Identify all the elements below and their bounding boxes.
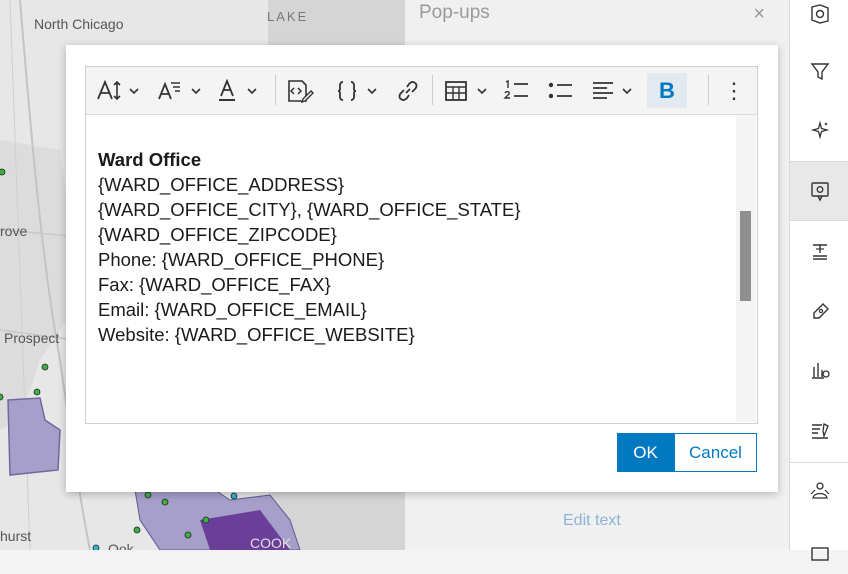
font-size-dropdown[interactable]	[96, 73, 144, 108]
bold-label: B	[659, 77, 675, 103]
map-label-cook: COOK	[250, 535, 292, 550]
rail-button-popups[interactable]	[790, 162, 848, 220]
more-options-button[interactable]: ⋮	[723, 73, 745, 108]
cancel-button[interactable]: Cancel	[674, 433, 757, 472]
map-label-lake: LAKE	[267, 9, 309, 24]
rail-button-charts[interactable]	[790, 347, 848, 393]
edit-text-dialog: B ⋮ Ward Office {WARD_OFFICE_ADDRESS} {W…	[66, 45, 778, 492]
editor-content[interactable]: Ward Office {WARD_OFFICE_ADDRESS} {WARD_…	[98, 122, 718, 347]
expression-icon	[337, 80, 377, 101]
content-line: Email: {WARD_OFFICE_EMAIL}	[98, 299, 367, 320]
map-label-prospect: Prospect	[4, 330, 60, 346]
font-color-dropdown[interactable]	[218, 73, 266, 108]
content-line: Fax: {WARD_OFFICE_FAX}	[98, 274, 331, 295]
insert-table-dropdown[interactable]	[444, 73, 492, 108]
map-label-ook: Ook	[108, 541, 134, 550]
effects-icon	[810, 120, 829, 140]
content-line: {WARD_OFFICE_ZIPCODE}	[98, 224, 337, 245]
rich-text-editor[interactable]: B ⋮ Ward Office {WARD_OFFICE_ADDRESS} {W…	[85, 66, 758, 424]
paragraph-style-icon	[158, 81, 201, 99]
filter-icon	[810, 63, 829, 81]
bulleted-list-button[interactable]	[547, 73, 573, 108]
editor-scrollbar[interactable]	[736, 115, 756, 422]
insert-field-button[interactable]	[286, 73, 314, 108]
popups-icon	[810, 182, 829, 202]
clustering-icon	[810, 482, 829, 499]
labels-icon	[812, 244, 827, 260]
rail-button-more[interactable]	[790, 528, 848, 574]
edit-text-link[interactable]: Edit text	[563, 512, 621, 530]
styles-icon	[812, 303, 829, 319]
numbered-list-button[interactable]	[503, 73, 529, 108]
scrollbar-thumb[interactable]	[740, 211, 751, 301]
panel-title: Pop-ups	[419, 2, 490, 23]
rail-button-forms[interactable]	[790, 408, 848, 454]
rail-button-styles[interactable]	[790, 289, 848, 335]
numbered-list-icon	[503, 79, 528, 99]
insert-field-icon	[288, 79, 314, 103]
content-heading: Ward Office	[98, 149, 202, 170]
rail-button-clustering[interactable]	[790, 468, 848, 514]
forms-icon	[811, 423, 829, 439]
editor-toolbar: B ⋮	[86, 67, 757, 115]
font-color-icon	[219, 78, 257, 101]
link-icon	[398, 80, 418, 101]
rail-button-basemap[interactable]	[790, 0, 848, 37]
content-line: Website: {WARD_OFFICE_WEBSITE}	[98, 324, 415, 345]
insert-link-button[interactable]	[396, 73, 420, 108]
bulleted-list-icon	[548, 82, 572, 98]
basemap-icon	[810, 4, 829, 24]
bold-button[interactable]: B	[647, 73, 687, 108]
more-icon	[810, 547, 829, 561]
rail-button-labels[interactable]	[790, 229, 848, 275]
alignment-dropdown[interactable]	[591, 73, 637, 108]
content-line: Phone: {WARD_OFFICE_PHONE}	[98, 249, 385, 270]
panel-close-button[interactable]: ×	[753, 3, 765, 26]
align-left-icon	[593, 81, 632, 99]
content-line: {WARD_OFFICE_CITY}, {WARD_OFFICE_STATE}	[98, 199, 521, 220]
content-line: {WARD_OFFICE_ADDRESS}	[98, 174, 345, 195]
map-label-grove: rove	[0, 223, 28, 239]
table-icon	[445, 80, 487, 101]
insert-expression-dropdown[interactable]	[336, 73, 382, 108]
settings-rail	[789, 0, 848, 561]
map-label-north-chicago: North Chicago	[34, 16, 124, 32]
rail-button-filter[interactable]	[790, 48, 848, 94]
ok-button[interactable]: OK	[617, 433, 674, 472]
charts-icon	[811, 363, 830, 379]
map-label-hurst: hurst	[0, 528, 32, 544]
font-size-icon	[97, 79, 139, 100]
paragraph-style-dropdown[interactable]	[158, 73, 206, 108]
rail-button-effects[interactable]	[790, 107, 848, 153]
